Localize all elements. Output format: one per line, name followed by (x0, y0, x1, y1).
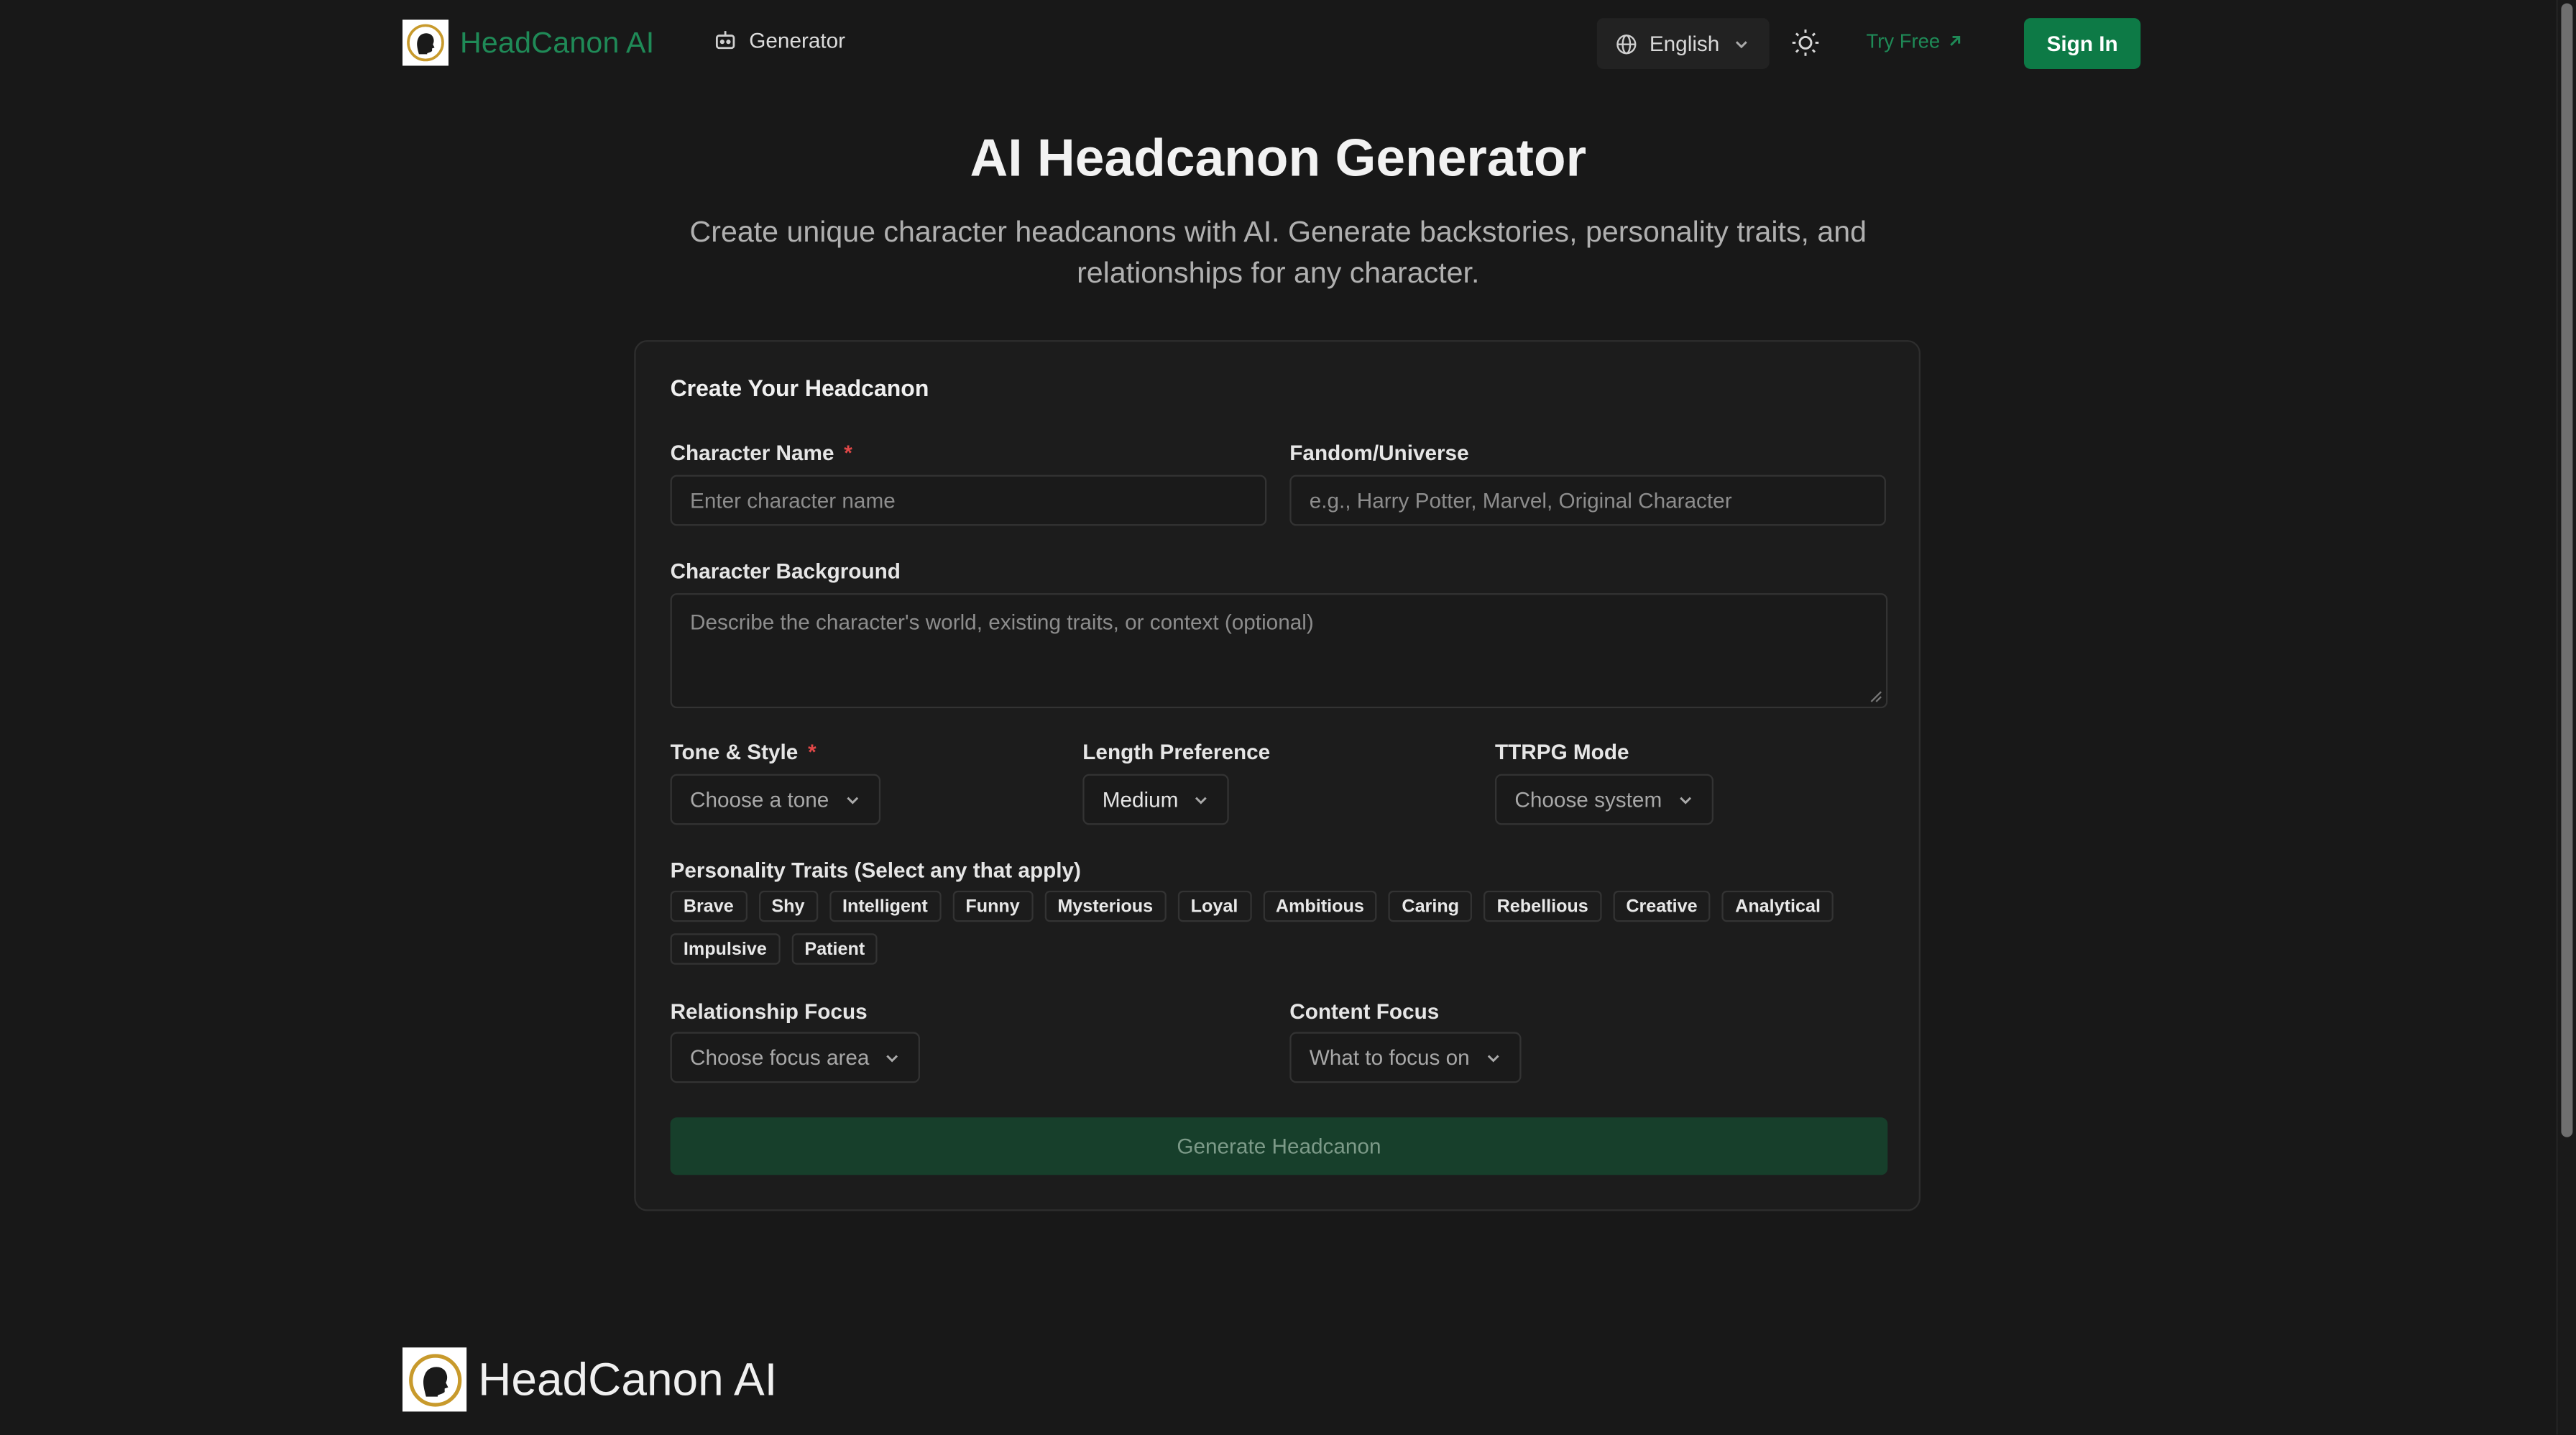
trait-chip-ambitious[interactable]: Ambitious (1262, 890, 1378, 922)
background-label: Character Background (670, 559, 901, 584)
card-title: Create Your Headcanon (670, 375, 929, 401)
tone-value: Choose a tone (689, 787, 829, 812)
trait-chip-funny[interactable]: Funny (952, 890, 1034, 922)
chevron-down-icon (1195, 796, 1208, 804)
tone-select[interactable]: Choose a tone (670, 774, 880, 825)
external-arrow-icon (1949, 35, 1960, 46)
chevron-down-icon (1679, 796, 1691, 804)
trait-chip-analytical[interactable]: Analytical (1721, 890, 1834, 922)
trait-chip-rebellious[interactable]: Rebellious (1484, 890, 1602, 922)
brand-name: HeadCanon AI (459, 25, 655, 59)
language-selector[interactable]: English (1596, 18, 1770, 69)
ttrpg-select[interactable]: Choose system (1494, 774, 1714, 825)
trait-chip-mysterious[interactable]: Mysterious (1044, 890, 1167, 922)
fandom-input[interactable]: e.g., Harry Potter, Marvel, Original Cha… (1289, 474, 1886, 526)
required-mark: * (808, 739, 816, 764)
background-textarea[interactable]: Describe the character's world, existing… (670, 593, 1888, 709)
try-free-link[interactable]: Try Free (1867, 29, 1964, 52)
nav-generator-link[interactable]: Generator (713, 28, 845, 52)
robot-icon (715, 31, 735, 50)
content-focus-select[interactable]: What to focus on (1289, 1032, 1521, 1083)
fandom-label: Fandom/Universe (1289, 440, 1469, 465)
sun-icon (1792, 29, 1819, 56)
relationship-select[interactable]: Choose focus area (670, 1032, 921, 1083)
character-name-input[interactable]: Enter character name (670, 474, 1267, 526)
page-scrollbar[interactable] (2556, 0, 2576, 1435)
trait-chip-caring[interactable]: Caring (1389, 890, 1473, 922)
headcanon-form-card: Create Your Headcanon Character Name * En… (634, 340, 1920, 1211)
head-silhouette-icon (402, 19, 448, 66)
fandom-placeholder: e.g., Harry Potter, Marvel, Original Cha… (1309, 487, 1732, 513)
brand-logo[interactable]: HeadCanon AI (402, 19, 655, 66)
chevron-down-icon (1486, 1054, 1499, 1062)
trait-chip-patient[interactable]: Patient (791, 933, 878, 965)
chevron-down-icon (846, 796, 858, 804)
length-label: Length Preference (1082, 739, 1271, 764)
trait-chip-impulsive[interactable]: Impulsive (670, 933, 781, 965)
globe-icon (1616, 33, 1637, 54)
traits-list: Brave Shy Intelligent Funny Mysterious L… (670, 890, 1854, 976)
footer-brand[interactable]: HeadCanon AI (402, 1347, 778, 1412)
scrollbar-thumb[interactable] (2561, 3, 2573, 1137)
character-name-label: Character Name * (670, 440, 852, 465)
background-placeholder: Describe the character's world, existing… (689, 609, 1314, 635)
nav-generator-label: Generator (749, 27, 846, 53)
relationship-label: Relationship Focus (670, 999, 868, 1024)
resize-handle-icon[interactable] (1869, 690, 1882, 703)
head-silhouette-icon (402, 1347, 467, 1412)
content-focus-value: What to focus on (1309, 1045, 1470, 1070)
trait-chip-intelligent[interactable]: Intelligent (829, 890, 942, 922)
footer-brand-name: HeadCanon AI (478, 1353, 778, 1405)
relationship-value: Choose focus area (689, 1045, 870, 1070)
tone-label: Tone & Style * (670, 739, 816, 764)
page-title: AI Headcanon Generator (970, 128, 1587, 188)
ttrpg-label: TTRPG Mode (1494, 739, 1629, 764)
trait-chip-shy[interactable]: Shy (758, 890, 818, 922)
chevron-down-icon (1735, 40, 1747, 48)
trait-chip-loyal[interactable]: Loyal (1177, 890, 1251, 922)
theme-toggle-button[interactable] (1790, 28, 1820, 66)
try-free-label: Try Free (1866, 29, 1941, 53)
sign-in-button[interactable]: Sign In (2023, 18, 2141, 69)
ttrpg-value: Choose system (1514, 787, 1662, 812)
content-focus-label: Content Focus (1289, 999, 1440, 1024)
language-label: English (1649, 31, 1720, 56)
traits-label: Personality Traits (Select any that appl… (670, 858, 1081, 883)
generate-headcanon-button[interactable]: Generate Headcanon (670, 1117, 1888, 1175)
chevron-down-icon (886, 1054, 898, 1062)
trait-chip-creative[interactable]: Creative (1613, 890, 1711, 922)
length-value: Medium (1102, 787, 1179, 812)
character-name-placeholder: Enter character name (689, 487, 896, 513)
trait-chip-brave[interactable]: Brave (670, 890, 748, 922)
length-select[interactable]: Medium (1082, 774, 1230, 825)
top-navbar: HeadCanon AI Generator English Try Free … (0, 0, 2557, 86)
page-subtitle: Create unique character headcanons with … (689, 215, 1867, 290)
required-mark: * (844, 440, 852, 465)
